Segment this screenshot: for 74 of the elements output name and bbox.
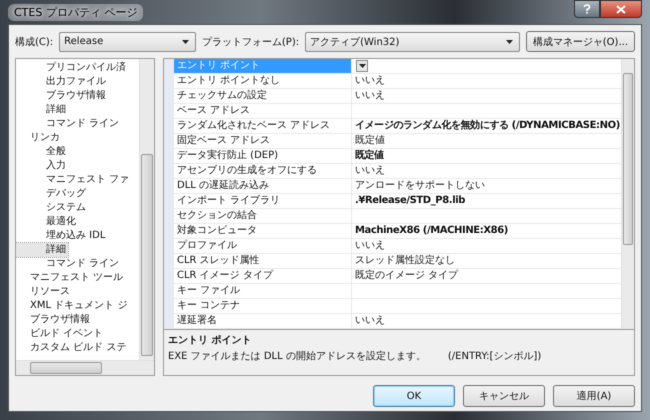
property-name[interactable]: プロファイル (174, 238, 352, 253)
property-name[interactable]: データ実行防止 (DEP) (174, 148, 352, 163)
property-name[interactable]: チェックサムの設定 (174, 88, 352, 103)
tree-item[interactable]: XML ドキュメント ジ (16, 298, 130, 313)
config-dropdown[interactable]: Release (59, 32, 196, 52)
property-name[interactable]: インポート ライブラリ (174, 194, 352, 208)
property-name[interactable]: CLR スレッド属性 (174, 254, 352, 268)
property-name[interactable]: 対象コンピュータ (174, 224, 352, 238)
platform-dropdown[interactable]: アクティブ(Win32) (305, 32, 520, 52)
tree-item[interactable]: 入力 (16, 158, 68, 173)
dialog-button[interactable]: 適用(A) (553, 385, 635, 407)
property-value[interactable]: 既定のイメージ タイプ (355, 268, 458, 283)
tree-item[interactable]: 詳細 (16, 102, 68, 117)
window-title: CTES プロパティ ページ (8, 4, 144, 20)
tree-item[interactable]: コマンド ライン (16, 256, 122, 271)
tree-item[interactable]: 詳細 (16, 242, 68, 257)
scrollbar[interactable] (621, 58, 634, 329)
property-value[interactable]: アンロードをサポートしない (355, 178, 485, 193)
property-name[interactable]: ベース アドレス (174, 104, 352, 118)
dropdown-arrow-icon (506, 40, 513, 44)
tree-item[interactable]: ブラウザ情報 (16, 312, 92, 327)
config-manager-button[interactable]: 構成マネージャ(O)... (526, 31, 635, 52)
tree-item[interactable]: 埋め込み IDL (16, 228, 108, 243)
property-name[interactable]: キー コンテナ (174, 298, 352, 313)
tree-item[interactable]: マニフェスト ファ (16, 172, 132, 187)
property-value[interactable]: いいえ (355, 164, 385, 178)
platform-label: プラットフォーム(P): (202, 36, 300, 49)
tree-item[interactable]: マニフェスト ツール (16, 270, 126, 285)
property-value[interactable]: いいえ (355, 74, 385, 88)
property-value[interactable]: .¥Release/STD_P8.lib (355, 194, 466, 208)
property-value[interactable]: いいえ (355, 238, 385, 253)
property-value[interactable]: イメージのランダム化を無効にする (/DYNAMICBASE:NO) (355, 118, 620, 133)
property-value[interactable]: スレッド属性設定なし (355, 254, 455, 268)
switch-text: (/ENTRY:[シンボル]) (448, 350, 542, 363)
dropdown-arrow-icon (182, 40, 189, 44)
dropdown-button[interactable] (356, 60, 368, 72)
property-name[interactable]: セクションの結合 (174, 208, 352, 223)
horizontal-scrollbar[interactable] (16, 360, 154, 375)
property-name[interactable]: 固定ベース アドレス (174, 134, 352, 148)
property-name[interactable]: 遅延署名 (174, 314, 352, 328)
property-value[interactable]: 既定値 (355, 134, 385, 148)
property-name[interactable]: DLL の遅延読み込み (174, 178, 352, 193)
property-name[interactable]: CLR イメージ タイプ (174, 268, 352, 283)
description-title: エントリ ポイント (168, 334, 252, 347)
property-name[interactable]: エントリ ポイントなし (174, 74, 352, 88)
tree-item[interactable]: リンカ (16, 130, 62, 145)
tree-item[interactable]: カスタム ビルド ステ (16, 340, 128, 355)
dialog-button[interactable]: キャンセル (463, 385, 545, 407)
tree-item[interactable]: デバッグ (16, 186, 88, 201)
question-icon (583, 4, 591, 14)
tree-item[interactable]: 全般 (16, 144, 68, 159)
property-value[interactable]: いいえ (355, 314, 385, 328)
description-text: EXE ファイルまたは DLL の開始アドレスを設定します。 (168, 350, 426, 363)
close-icon (616, 4, 626, 14)
tree-item[interactable]: ブラウザ情報 (16, 88, 108, 103)
tree-item[interactable]: 最適化 (16, 214, 78, 229)
property-value[interactable]: MachineX86 (/MACHINE:X86) (355, 224, 508, 238)
property-value[interactable]: 既定値 (355, 148, 384, 163)
tree-item[interactable]: システム (16, 200, 88, 215)
tree-item[interactable]: 出力ファイル (16, 74, 108, 89)
property-name[interactable]: キー ファイル (174, 284, 352, 298)
dropdown-arrow-icon (358, 64, 366, 68)
help-button[interactable] (574, 0, 600, 18)
tree-item[interactable]: リソース (16, 284, 72, 299)
close-button[interactable] (600, 0, 642, 18)
tree-item[interactable]: コマンド ライン (16, 116, 122, 131)
config-label: 構成(C): (15, 36, 54, 49)
tree-item[interactable]: ビルド イベント (16, 326, 106, 341)
property-name[interactable]: アセンブリの生成をオフにする (174, 164, 352, 178)
property-value[interactable]: いいえ (355, 88, 385, 103)
tree-item[interactable]: プリコンパイル済 (16, 60, 128, 75)
dialog-button[interactable]: OK (373, 385, 455, 407)
scrollbar[interactable] (139, 58, 154, 360)
property-name[interactable]: ランダム化されたベース アドレス (174, 118, 352, 133)
